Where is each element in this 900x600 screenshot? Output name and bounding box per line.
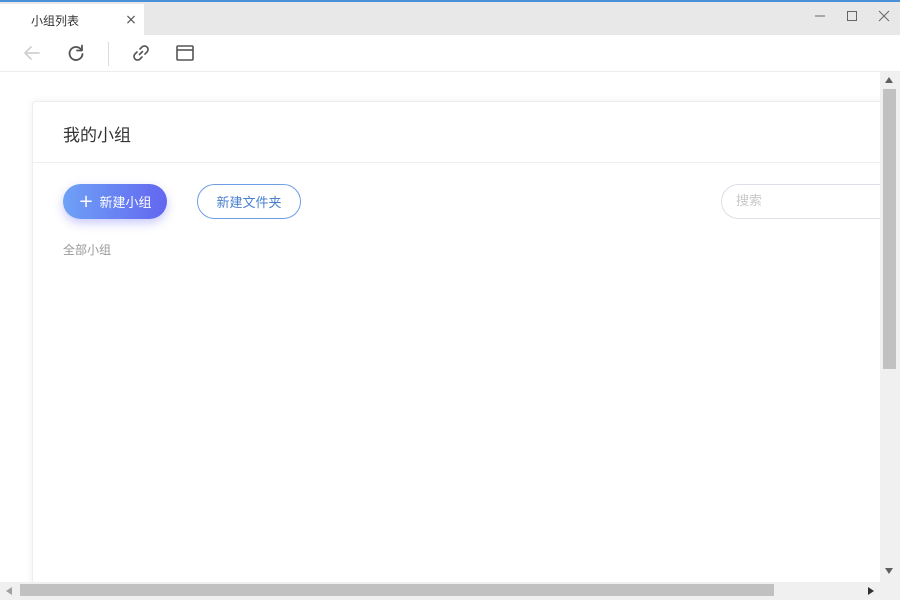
horizontal-scrollbar[interactable] xyxy=(0,582,880,600)
tab-close-icon[interactable]: × xyxy=(124,10,138,30)
scrollbar-corner xyxy=(880,582,900,600)
vertical-scrollbar[interactable] xyxy=(880,72,900,582)
link-icon[interactable] xyxy=(130,42,152,64)
horizontal-scroll-thumb[interactable] xyxy=(20,584,774,596)
page-content: 我的小组 + 新建小组 新建文件夹 全部小组 xyxy=(0,72,880,582)
new-group-button[interactable]: + 新建小组 xyxy=(63,184,167,219)
scroll-left-arrow-icon[interactable] xyxy=(6,587,12,595)
back-arrow-icon[interactable] xyxy=(21,42,43,64)
scroll-right-arrow-icon[interactable] xyxy=(868,587,874,595)
refresh-icon[interactable] xyxy=(65,42,87,64)
group-card: 我的小组 + 新建小组 新建文件夹 全部小组 xyxy=(32,101,880,582)
new-group-label: 新建小组 xyxy=(99,196,152,211)
tab-group-list[interactable]: 小组列表 × xyxy=(0,4,144,37)
search-input[interactable] xyxy=(721,184,880,219)
toolbar-divider xyxy=(108,42,109,66)
close-icon[interactable] xyxy=(874,6,894,26)
page-title: 我的小组 xyxy=(63,126,131,146)
window-icon[interactable] xyxy=(174,42,196,64)
minimize-icon[interactable] xyxy=(810,6,830,26)
plus-icon: + xyxy=(78,190,94,212)
vertical-scroll-thumb[interactable] xyxy=(883,89,896,369)
scroll-up-arrow-icon[interactable] xyxy=(885,77,893,83)
new-folder-label: 新建文件夹 xyxy=(216,196,282,211)
card-header: 我的小组 xyxy=(33,102,880,163)
tab-label: 小组列表 xyxy=(31,14,80,28)
scroll-down-arrow-icon[interactable] xyxy=(885,568,893,574)
maximize-icon[interactable] xyxy=(842,6,862,26)
title-bar: 小组列表 × xyxy=(0,0,900,37)
all-groups-label: 全部小组 xyxy=(63,243,112,257)
new-folder-button[interactable]: 新建文件夹 xyxy=(197,184,301,219)
browser-toolbar xyxy=(0,35,900,72)
